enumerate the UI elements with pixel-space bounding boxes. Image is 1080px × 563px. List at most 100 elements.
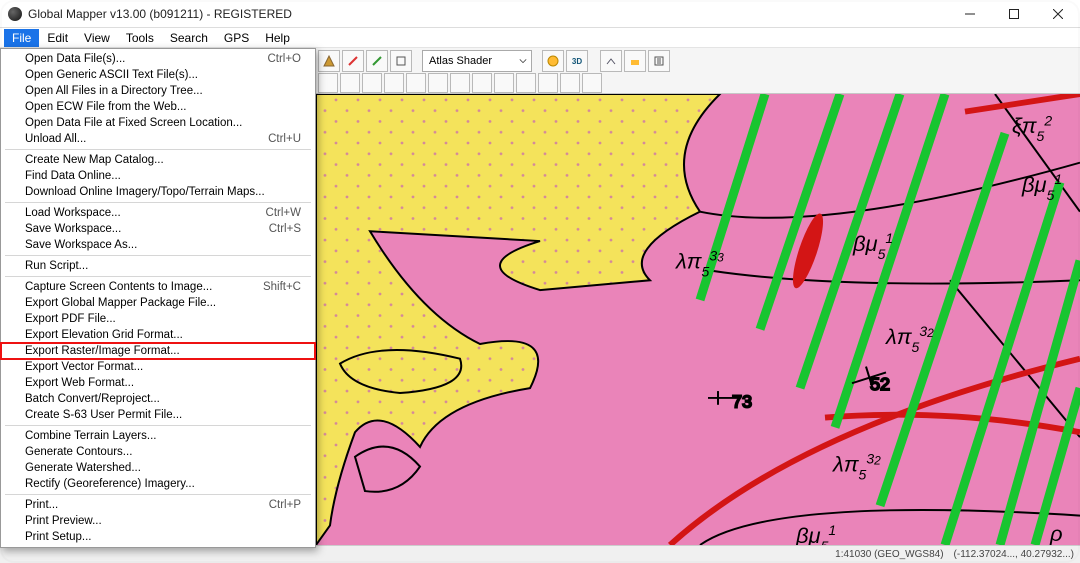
file-menu-item[interactable]: Save Workspace... Ctrl+S <box>1 221 315 237</box>
close-button[interactable] <box>1036 0 1080 28</box>
menu-gps[interactable]: GPS <box>216 29 257 47</box>
tool-icon[interactable] <box>450 73 470 93</box>
menu-view[interactable]: View <box>76 29 118 47</box>
file-menu-item[interactable]: Open All Files in a Directory Tree... <box>1 83 315 99</box>
file-menu-item[interactable]: Batch Convert/Reproject... <box>1 391 315 407</box>
shader-value: Atlas Shader <box>429 55 492 67</box>
menu-search[interactable]: Search <box>162 29 216 47</box>
menu-item-label: Export Vector Format... <box>25 361 143 373</box>
menu-item-label: Export Global Mapper Package File... <box>25 297 216 309</box>
file-menu-item[interactable]: Combine Terrain Layers... <box>1 428 315 444</box>
menu-item-shortcut: Shift+C <box>263 281 301 293</box>
file-menu-item[interactable]: Open ECW File from the Web... <box>1 99 315 115</box>
file-menu-dropdown: Open Data File(s)... Ctrl+O Open Generic A… <box>0 48 316 548</box>
tool-icon[interactable] <box>538 73 558 93</box>
tool-icon[interactable] <box>542 50 564 72</box>
tool-icon[interactable]: 3D <box>566 50 588 72</box>
window-controls <box>948 0 1080 28</box>
file-menu-item[interactable]: Export Raster/Image Format... <box>1 343 315 359</box>
file-menu-item[interactable]: Print... Ctrl+P <box>1 497 315 513</box>
file-menu-item[interactable]: Rectify (Georeference) Imagery... <box>1 476 315 492</box>
menu-separator <box>5 494 311 495</box>
menu-edit[interactable]: Edit <box>39 29 76 47</box>
tool-icon[interactable] <box>318 50 340 72</box>
file-menu-item[interactable]: Create New Map Catalog... <box>1 152 315 168</box>
tool-icon[interactable] <box>340 73 360 93</box>
tool-icon[interactable] <box>384 73 404 93</box>
menu-file[interactable]: File <box>4 29 39 47</box>
file-menu-item[interactable]: Print Preview... <box>1 513 315 529</box>
file-menu-item[interactable]: Generate Contours... <box>1 444 315 460</box>
tool-icon[interactable] <box>366 50 388 72</box>
file-menu-item[interactable]: Export Web Format... <box>1 375 315 391</box>
shader-select[interactable]: Atlas Shader <box>422 50 532 72</box>
menu-item-label: Run Script... <box>25 260 88 272</box>
menu-item-label: Unload All... <box>25 133 86 145</box>
menu-separator <box>5 149 311 150</box>
tool-icon[interactable] <box>582 73 602 93</box>
file-menu-item[interactable]: Print Setup... <box>1 529 315 545</box>
chevron-down-icon <box>519 57 527 65</box>
tool-icon[interactable] <box>362 73 382 93</box>
menu-item-label: Save Workspace As... <box>25 239 137 251</box>
file-menu-item[interactable]: Unload All... Ctrl+U <box>1 131 315 147</box>
tool-icon[interactable] <box>600 50 622 72</box>
tool-icon[interactable] <box>318 73 338 93</box>
menu-separator <box>5 255 311 256</box>
file-menu-item[interactable]: Export Vector Format... <box>1 359 315 375</box>
menu-item-label: Create New Map Catalog... <box>25 154 164 166</box>
file-menu-item[interactable]: Run Script... <box>1 258 315 274</box>
file-menu-item[interactable]: Load Workspace...Ctrl+W <box>1 205 315 221</box>
map-label: 73 <box>732 392 752 412</box>
menu-item-shortcut: Ctrl+S <box>269 223 301 235</box>
menu-item-shortcut: Ctrl+U <box>268 133 301 145</box>
file-menu-item[interactable]: Find Data Online... <box>1 168 315 184</box>
menu-separator <box>5 276 311 277</box>
file-menu-item[interactable]: Open Data File(s)... Ctrl+O <box>1 51 315 67</box>
menu-item-label: Save Workspace... <box>25 223 121 235</box>
file-menu-item[interactable]: Generate Watershed... <box>1 460 315 476</box>
menu-tools[interactable]: Tools <box>118 29 162 47</box>
menu-item-label: Open Generic ASCII Text File(s)... <box>25 69 198 81</box>
file-menu-item[interactable]: Open Generic ASCII Text File(s)... <box>1 67 315 83</box>
menu-help[interactable]: Help <box>257 29 298 47</box>
tool-icon[interactable] <box>648 50 670 72</box>
tool-icon[interactable] <box>342 50 364 72</box>
minimize-button[interactable] <box>948 0 992 28</box>
file-menu-item[interactable]: Export PDF File... <box>1 311 315 327</box>
menu-item-label: Combine Terrain Layers... <box>25 430 156 442</box>
tool-icon[interactable] <box>472 73 492 93</box>
maximize-button[interactable] <box>992 0 1036 28</box>
menu-item-label: Print... <box>25 499 58 511</box>
file-menu-item[interactable]: Export Global Mapper Package File... <box>1 295 315 311</box>
menu-item-shortcut: Ctrl+W <box>266 207 301 219</box>
file-menu-item[interactable]: Open Data File at Fixed Screen Location.… <box>1 115 315 131</box>
tool-icon[interactable] <box>624 50 646 72</box>
file-menu-item[interactable]: Download Online Imagery/Topo/Terrain Map… <box>1 184 315 200</box>
tool-icon[interactable] <box>494 73 514 93</box>
menu-item-label: Export Web Format... <box>25 377 134 389</box>
file-menu-item[interactable]: Export Elevation Grid Format... <box>1 327 315 343</box>
menu-item-label: Export PDF File... <box>25 313 116 325</box>
menu-item-label: Open All Files in a Directory Tree... <box>25 85 203 97</box>
file-menu-item[interactable]: Create S-63 User Permit File... <box>1 407 315 423</box>
status-scale: 1:41030 (GEO_WGS84) <box>835 549 943 560</box>
menu-item-shortcut: Ctrl+O <box>267 53 301 65</box>
window-title: Global Mapper v13.00 (b091211) - REGISTE… <box>28 7 948 21</box>
file-menu-item[interactable]: Capture Screen Contents to Image...Shift… <box>1 279 315 295</box>
tool-icon[interactable] <box>516 73 536 93</box>
menu-item-label: Rectify (Georeference) Imagery... <box>25 478 195 490</box>
menu-item-label: Print Preview... <box>25 515 102 527</box>
menu-item-label: Export Elevation Grid Format... <box>25 329 183 341</box>
tool-icon[interactable] <box>406 73 426 93</box>
menu-item-label: Open Data File(s)... <box>25 53 125 65</box>
title-bar: Global Mapper v13.00 (b091211) - REGISTE… <box>0 0 1080 28</box>
tool-icon[interactable] <box>390 50 412 72</box>
menu-item-shortcut: Ctrl+P <box>269 499 301 511</box>
svg-text:ρ: ρ <box>1049 521 1063 545</box>
menu-item-label: Generate Contours... <box>25 446 132 458</box>
tool-icon[interactable] <box>428 73 448 93</box>
tool-icon[interactable] <box>560 73 580 93</box>
menu-item-label: Export Raster/Image Format... <box>25 345 180 357</box>
file-menu-item[interactable]: Save Workspace As... <box>1 237 315 253</box>
